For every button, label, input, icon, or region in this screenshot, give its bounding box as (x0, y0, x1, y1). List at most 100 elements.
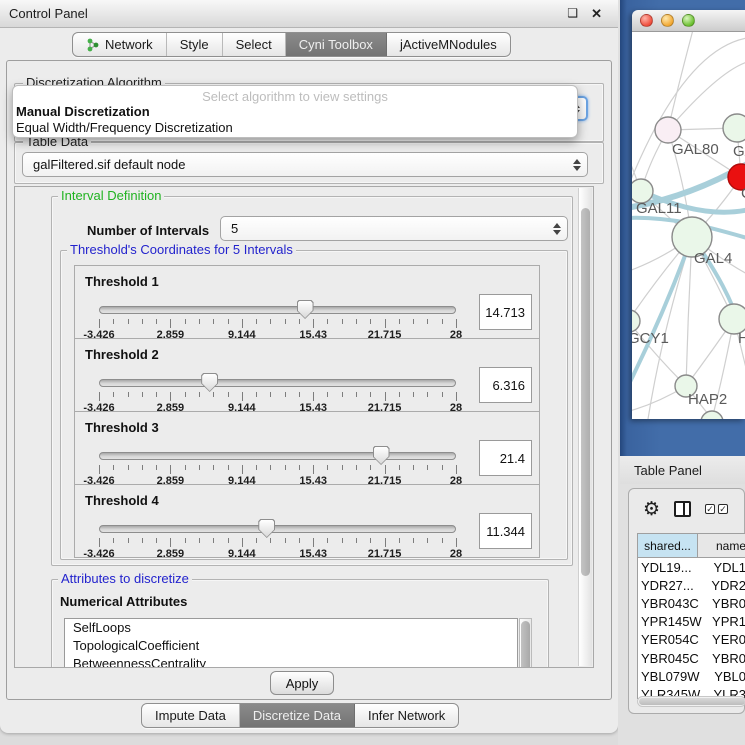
table-data-combobox[interactable]: galFiltered.sif default node (22, 152, 588, 177)
table-row[interactable]: YDL19...YDL1 (638, 558, 745, 576)
attributes-group-title: Attributes to discretize (58, 571, 192, 586)
table-row[interactable]: YDR27...YDR2 (638, 576, 745, 594)
network-nodes: GAL80GACGAL11GAL4GCY1HHAP2 (632, 114, 745, 419)
column-header-shared-name[interactable]: shared... (638, 534, 698, 557)
tab-select[interactable]: Select (223, 33, 286, 56)
threshold-value-field[interactable]: 14.713 (479, 294, 532, 330)
attribute-list-item[interactable]: SelfLoops (65, 619, 517, 637)
threshold-label: Threshold 2 (75, 339, 539, 362)
settings-vertical-scrollbar[interactable] (578, 188, 592, 666)
tab-discretize-data-label: Discretize Data (253, 708, 341, 723)
dropdown-prompt-item[interactable]: Select algorithm to view settings (13, 86, 577, 104)
dropdown-option-manual[interactable]: Manual Discretization (13, 104, 577, 120)
attributes-list-scrollbar[interactable] (519, 618, 532, 668)
tab-discretize-data[interactable]: Discretize Data (240, 704, 355, 727)
slider-track[interactable] (99, 525, 456, 533)
slider-track[interactable] (99, 452, 456, 460)
cell-shared-name[interactable]: YBR043C (638, 596, 702, 611)
select-columns-icon[interactable]: ✓ ✓ (705, 504, 728, 514)
column-header-name[interactable]: name (698, 534, 745, 557)
attribute-list-item[interactable]: TopologicalCoefficient (65, 637, 517, 655)
threshold-value-field[interactable]: 11.344 (479, 513, 532, 549)
threshold-slider[interactable]: -3.4262.8599.14415.4321.71528 (99, 448, 456, 486)
network-node-label: HAP2 (688, 391, 727, 408)
threshold-slider[interactable]: -3.4262.8599.14415.4321.71528 (99, 375, 456, 413)
table-row[interactable]: YER054CYER0 (638, 631, 745, 649)
cell-name[interactable]: YDR2 (701, 578, 745, 593)
bottom-tab-bar: Impute Data Discretize Data Infer Networ… (141, 703, 459, 728)
network-node-label: GCY1 (632, 330, 669, 347)
threshold-slider[interactable]: -3.4262.8599.14415.4321.71528 (99, 302, 456, 340)
gear-icon[interactable]: ⚙ (643, 500, 660, 519)
scrollbar-thumb[interactable] (581, 208, 590, 576)
thresholds-group: Threshold's Coordinates for 5 Intervals … (60, 250, 568, 560)
table-row[interactable]: YBL079WYBL0 (638, 667, 745, 685)
apply-button[interactable]: Apply (270, 671, 334, 695)
network-node-label: GAL4 (694, 250, 732, 267)
close-traffic-light-icon[interactable] (640, 14, 653, 27)
number-of-intervals-combobox[interactable]: 5 (220, 216, 568, 241)
network-node[interactable] (655, 117, 681, 143)
tab-style-label: Style (180, 37, 209, 52)
scrollbar-thumb[interactable] (521, 621, 530, 668)
slider-thumb[interactable] (201, 373, 218, 392)
slider-track[interactable] (99, 306, 456, 314)
cell-shared-name[interactable]: YBR045C (638, 651, 702, 666)
network-node[interactable] (632, 310, 640, 332)
network-canvas[interactable]: GAL80GACGAL11GAL4GCY1HHAP2 (632, 32, 745, 419)
cell-shared-name[interactable]: YDR27... (638, 578, 701, 593)
threshold-panel: Threshold 2 -3.4262.8599.14415.4321.71528… (74, 338, 540, 412)
slider-thumb[interactable] (258, 519, 275, 538)
node-attribute-table[interactable]: shared... name YDL19...YDL1YDR27...YDR2Y… (637, 533, 745, 699)
threshold-panel: Threshold 3-3.4262.8599.14415.4321.71528… (74, 411, 540, 485)
threshold-panel: Threshold 1-3.4262.8599.14415.4321.71528… (74, 265, 540, 339)
tab-jactivemnodules[interactable]: jActiveMNodules (387, 33, 510, 56)
table-row[interactable]: YBR045CYBR0 (638, 649, 745, 667)
float-window-icon[interactable]: ❑ (567, 6, 578, 20)
dropdown-option-equal-width[interactable]: Equal Width/Frequency Discretization (13, 120, 577, 136)
cell-shared-name[interactable]: YBL079W (638, 669, 704, 684)
network-node[interactable] (701, 411, 723, 419)
cell-name[interactable]: YPR1 (702, 614, 745, 629)
tab-network[interactable]: Network (73, 33, 167, 56)
cell-name[interactable]: YBR0 (702, 651, 745, 666)
cell-name[interactable]: YBR0 (702, 596, 745, 611)
cell-shared-name[interactable]: YER054C (638, 632, 702, 647)
cell-name[interactable]: YER0 (702, 632, 745, 647)
threshold-slider[interactable]: -3.4262.8599.14415.4321.71528 (99, 521, 456, 559)
numerical-attributes-list[interactable]: SelfLoopsTopologicalCoefficientBetweenne… (64, 618, 518, 668)
cell-shared-name[interactable]: YDL19... (638, 560, 703, 575)
cell-name[interactable]: YBL0 (704, 669, 745, 684)
network-node[interactable] (723, 114, 745, 142)
network-window-titlebar (632, 10, 745, 32)
minimize-traffic-light-icon[interactable] (661, 14, 674, 27)
tab-cyni-toolbox[interactable]: Cyni Toolbox (286, 33, 387, 56)
tab-select-label: Select (236, 37, 272, 52)
column-view-icon[interactable] (674, 501, 691, 517)
tab-impute-data[interactable]: Impute Data (142, 704, 240, 727)
threshold-value-field[interactable]: 21.4 (479, 440, 532, 476)
slider-ticks (99, 538, 456, 547)
table-horizontal-scrollbar[interactable] (637, 696, 745, 707)
slider-track[interactable] (99, 379, 456, 387)
close-window-icon[interactable]: ✕ (591, 6, 602, 22)
scrollbar-thumb[interactable] (639, 698, 745, 705)
zoom-traffic-light-icon[interactable] (682, 14, 695, 27)
network-view-window: GAL80GACGAL11GAL4GCY1HHAP2 (632, 10, 745, 419)
attribute-list-item[interactable]: BetweennessCentrality (65, 655, 517, 668)
checkbox-icon: ✓ (718, 504, 728, 514)
table-row[interactable]: YPR145WYPR1 (638, 613, 745, 631)
cell-shared-name[interactable]: YPR145W (638, 614, 702, 629)
number-of-intervals-label: Number of Intervals (87, 223, 209, 238)
table-panel-title: Table Panel (620, 463, 702, 478)
cell-name[interactable]: YDL1 (703, 560, 745, 575)
slider-thumb[interactable] (297, 300, 314, 319)
threshold-value-field[interactable]: 6.316 (479, 367, 532, 403)
tab-network-label: Network (105, 37, 153, 52)
slider-thumb[interactable] (373, 446, 390, 465)
number-of-intervals-value: 5 (221, 221, 551, 236)
top-tab-bar: Network Style Select Cyni Toolbox jActiv… (72, 32, 511, 57)
tab-style[interactable]: Style (167, 33, 223, 56)
table-row[interactable]: YBR043CYBR0 (638, 594, 745, 612)
tab-infer-network[interactable]: Infer Network (355, 704, 458, 727)
